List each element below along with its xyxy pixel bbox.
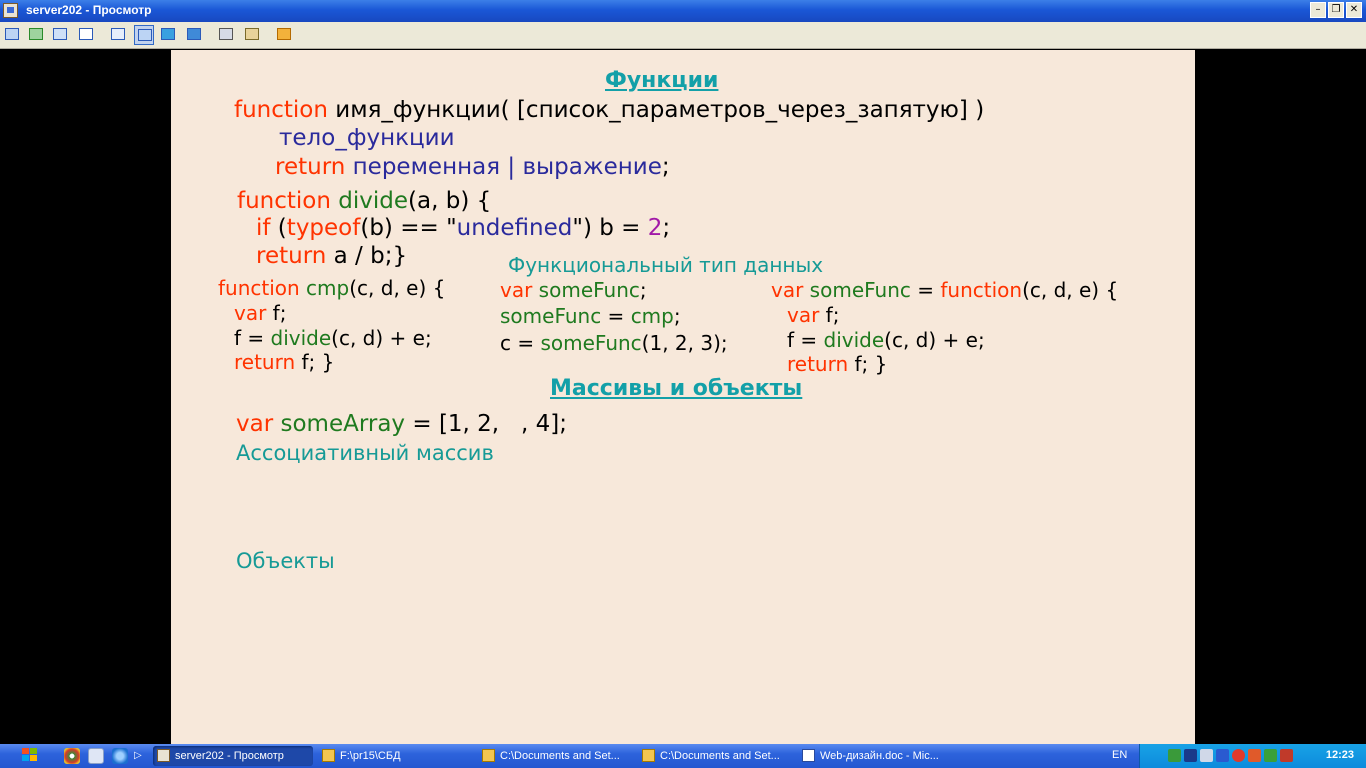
cmp-line-4: return f; }	[234, 350, 335, 374]
cmp-line-2: var f;	[234, 301, 287, 325]
divide-line-3: return a / b;}	[256, 243, 408, 269]
app-icon	[3, 3, 18, 18]
syntax-line-3: return переменная | выражение;	[275, 154, 670, 180]
syntax-line-2: тело_функции	[279, 125, 455, 151]
language-indicator[interactable]: EN	[1112, 749, 1127, 761]
start-windows-icon[interactable]	[22, 748, 40, 764]
slide-content: Функции function имя_функции( [список_па…	[171, 50, 1195, 744]
task-documents-1[interactable]: C:\Documents and Set...	[478, 746, 634, 766]
right-line-3: f = divide(c, d) + e;	[787, 328, 985, 352]
monitor-icon[interactable]	[2, 25, 22, 45]
tray-monitor-icon[interactable]	[1184, 749, 1197, 762]
ie-icon[interactable]	[112, 748, 128, 764]
syntax-line-1: function имя_функции( [список_параметров…	[234, 97, 985, 123]
middle-line-2: someFunc = cmp;	[500, 304, 681, 328]
tray-security-icon[interactable]	[1264, 749, 1277, 762]
taskbar: ▷ server202 - Просмотр F:\pr15\СБД C:\Do…	[0, 744, 1366, 768]
system-tray: EN 12:23	[1112, 744, 1366, 768]
cmp-line-3: f = divide(c, d) + e;	[234, 326, 432, 350]
right-line-1: var someFunc = function(c, d, e) {	[771, 278, 1119, 302]
chat-icon[interactable]	[76, 25, 96, 45]
task-documents-2[interactable]: C:\Documents and Set...	[638, 746, 794, 766]
tray-network-icon[interactable]	[1168, 749, 1181, 762]
minimize-button[interactable]: –	[1310, 2, 1326, 18]
divide-line-2: if (typeof(b) == "undefined") b = 2;	[256, 215, 671, 241]
tray-shield-icon[interactable]	[1248, 749, 1261, 762]
task-server202[interactable]: server202 - Просмотр	[153, 746, 313, 766]
tray-app-icon[interactable]	[1216, 749, 1229, 762]
tray-alert-icon[interactable]	[1280, 749, 1293, 762]
heading-arrays-objects: Массивы и объекты	[550, 376, 803, 401]
close-button[interactable]: ✕	[1346, 2, 1362, 18]
right-line-2: var f;	[787, 303, 840, 327]
task-word-doc[interactable]: Web-дизайн.doc - Mic...	[798, 746, 954, 766]
right-line-4: return f; }	[787, 352, 888, 376]
viewer-toolbar	[0, 22, 1366, 49]
task-folder-pr15[interactable]: F:\pr15\СБД	[318, 746, 474, 766]
refresh-icon[interactable]	[26, 25, 46, 45]
tray-volume-icon[interactable]	[1200, 749, 1213, 762]
window-title: server202 - Просмотр	[26, 3, 152, 17]
chrome-icon[interactable]	[64, 748, 80, 764]
cmp-line-1: function cmp(c, d, e) {	[218, 276, 446, 300]
heading-functions: Функции	[605, 68, 719, 93]
quicklaunch-chevron-icon[interactable]: ▷	[134, 748, 144, 764]
window-icon[interactable]	[108, 25, 128, 45]
stop-icon[interactable]	[274, 25, 294, 45]
functional-type-title: Функциональный тип данных	[508, 253, 824, 277]
screen-icon[interactable]	[158, 25, 178, 45]
copy-icon[interactable]	[216, 25, 236, 45]
array-line: var someArray = [1, 2, , 4];	[236, 411, 568, 437]
clock[interactable]: 12:23	[1326, 749, 1354, 761]
objects-label: Объекты	[236, 549, 335, 573]
phone-icon[interactable]	[50, 25, 70, 45]
middle-line-3: c = someFunc(1, 2, 3);	[500, 331, 728, 355]
restore-button[interactable]: ❐	[1328, 2, 1344, 18]
window-titlebar[interactable]: server202 - Просмотр – ❐ ✕	[0, 0, 1366, 22]
settings-icon[interactable]	[242, 25, 262, 45]
tray-opera-icon[interactable]	[1232, 749, 1245, 762]
fit-icon[interactable]	[184, 25, 204, 45]
fullscreen-icon[interactable]	[134, 25, 154, 45]
assoc-array-label: Ассоциативный массив	[236, 441, 494, 465]
explorer-icon[interactable]	[88, 748, 104, 764]
middle-line-1: var someFunc;	[500, 278, 647, 302]
divide-line-1: function divide(a, b) {	[237, 188, 492, 214]
